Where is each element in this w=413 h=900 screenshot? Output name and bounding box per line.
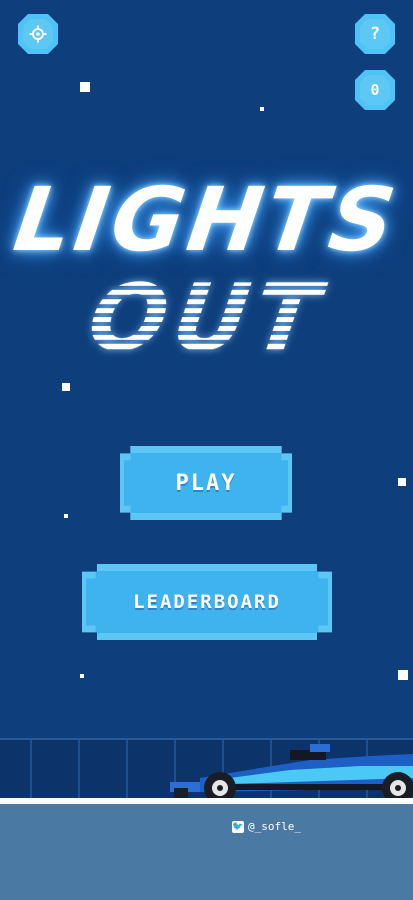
- game-title-lights: LIGHTS: [8, 168, 405, 271]
- coin-button[interactable]: 0: [355, 70, 395, 110]
- twitter-icon: 🐦: [232, 820, 244, 833]
- play-button-label: PLAY: [175, 470, 237, 496]
- settings-button[interactable]: [18, 14, 58, 54]
- coin-icon: 0: [360, 75, 390, 105]
- star: [398, 478, 406, 486]
- star: [398, 670, 408, 680]
- star: [80, 82, 90, 92]
- leaderboard-button-label: LEADERBOARD: [133, 591, 281, 613]
- star: [80, 674, 84, 678]
- race-car: [170, 744, 413, 804]
- credit[interactable]: 🐦 @_sofle_: [232, 820, 301, 833]
- coin-label: 0: [370, 81, 380, 99]
- star: [260, 107, 264, 111]
- ground: [0, 804, 413, 900]
- star: [64, 514, 68, 518]
- question-icon: ?: [360, 19, 390, 49]
- leaderboard-button[interactable]: LEADERBOARD: [82, 564, 332, 640]
- help-button[interactable]: ?: [355, 14, 395, 54]
- credit-handle: @_sofle_: [248, 820, 301, 833]
- game-title-out: OUT: [0, 264, 413, 371]
- play-button[interactable]: PLAY: [120, 446, 292, 520]
- help-label: ?: [369, 24, 381, 44]
- gear-icon: [23, 19, 53, 49]
- star: [62, 383, 70, 391]
- game-screen: ? 0 LIGHTS OUT PLAY LEADERBOARD 🐦 @_sofl…: [0, 0, 413, 900]
